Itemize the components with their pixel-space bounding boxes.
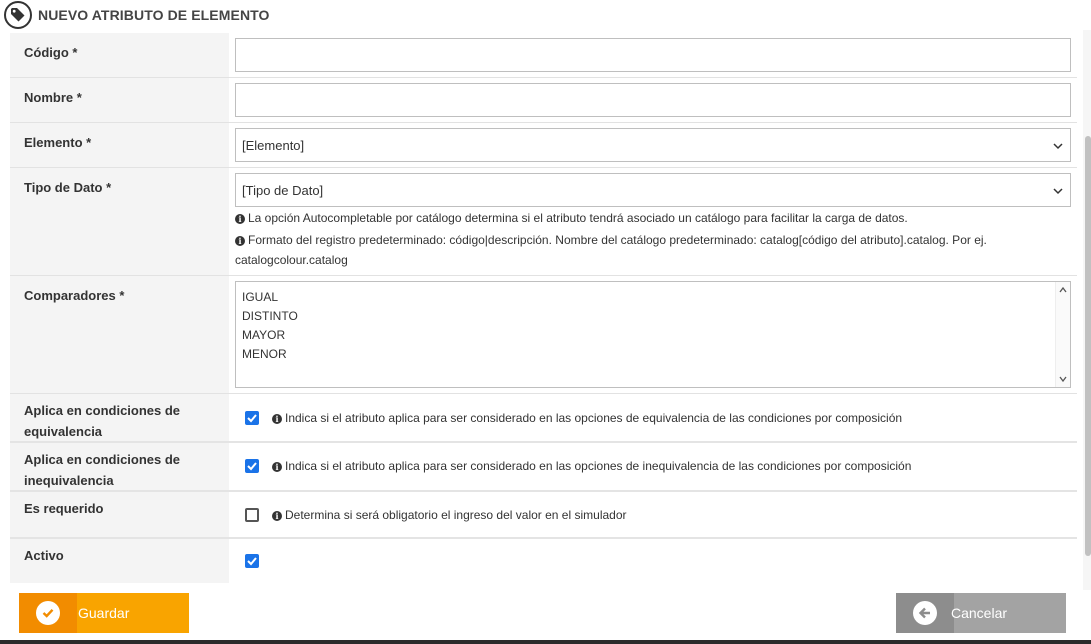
tipo-dato-hint-1: i La opción Autocompletable por catálogo … [235, 210, 908, 226]
chevron-up-icon[interactable] [1059, 286, 1067, 294]
tipo-dato-hint-3: catalogcolour.catalog [235, 253, 348, 267]
listbox-scrollbar[interactable] [1055, 282, 1070, 387]
tipo-dato-label: Tipo de Dato * [10, 168, 229, 275]
page-title: NUEVO ATRIBUTO DE ELEMENTO [38, 7, 270, 23]
tipo-dato-selected-value: [Tipo de Dato] [242, 183, 324, 198]
comparadores-listbox[interactable]: IGUAL DISTINTO MAYOR MENOR [235, 281, 1071, 388]
row-comparadores: Comparadores * IGUAL DISTINTO MAYOR MENO… [10, 276, 1077, 394]
aplica-inequivalencia-hint: i Indica si el atributo aplica para ser c… [272, 459, 911, 473]
comparador-option[interactable]: MAYOR [242, 328, 285, 342]
row-codigo: Código * [10, 33, 1077, 78]
cancel-button[interactable]: Cancelar [896, 593, 1066, 633]
elemento-selected-value: [Elemento] [242, 138, 305, 153]
aplica-equivalencia-checkbox[interactable] [245, 411, 259, 425]
aplica-equivalencia-label: Aplica en condiciones de equivalencia [10, 394, 229, 441]
row-tipo-dato: Tipo de Dato * [Tipo de Dato] i La opción… [10, 168, 1077, 276]
tag-icon [4, 1, 32, 29]
codigo-input[interactable] [235, 38, 1071, 72]
row-elemento: Elemento * [Elemento] [10, 123, 1077, 168]
activo-checkbox[interactable] [245, 554, 259, 568]
elemento-select[interactable]: [Elemento] [235, 128, 1071, 162]
check-icon [247, 462, 257, 471]
codigo-label: Código * [10, 33, 229, 77]
info-icon: i [272, 511, 282, 521]
row-activo: Activo [10, 539, 1077, 583]
save-button-label: Guardar [78, 605, 130, 621]
tipo-dato-select[interactable]: [Tipo de Dato] [235, 173, 1071, 207]
info-icon: i [235, 214, 245, 224]
check-icon [247, 414, 257, 423]
comparador-option[interactable]: DISTINTO [242, 309, 298, 323]
row-nombre: Nombre * [10, 78, 1077, 123]
save-button[interactable]: Guardar [19, 593, 189, 633]
arrow-left-icon [913, 601, 937, 625]
cancel-button-label: Cancelar [951, 605, 1008, 621]
activo-label: Activo [10, 539, 229, 583]
chevron-down-icon [1053, 188, 1063, 195]
aplica-inequivalencia-checkbox[interactable] [245, 459, 259, 473]
page-header: NUEVO ATRIBUTO DE ELEMENTO [0, 0, 1091, 30]
aplica-inequivalencia-label: Aplica en condiciones de inequivalencia [10, 443, 229, 490]
chevron-down-icon[interactable] [1059, 375, 1067, 383]
tipo-dato-hint-2: i Formato del registro predeterminado: có… [235, 232, 987, 248]
info-icon: i [235, 236, 245, 246]
nombre-label: Nombre * [10, 78, 229, 122]
info-icon: i [272, 462, 282, 472]
es-requerido-label: Es requerido [10, 492, 229, 537]
page-scrollbar-thumb[interactable] [1085, 136, 1091, 556]
elemento-label: Elemento * [10, 123, 229, 167]
check-circle-icon [36, 601, 60, 625]
es-requerido-checkbox[interactable] [245, 508, 259, 522]
info-icon: i [272, 414, 282, 424]
es-requerido-hint: i Determina si será obligatorio el ingres… [272, 508, 627, 522]
aplica-equivalencia-hint: i Indica si el atributo aplica para ser c… [272, 411, 902, 425]
row-aplica-inequivalencia: Aplica en condiciones de inequivalencia … [10, 443, 1077, 492]
comparador-option[interactable]: MENOR [242, 347, 287, 361]
check-icon [247, 557, 257, 566]
comparador-option[interactable]: IGUAL [242, 290, 278, 304]
bottom-bar [0, 640, 1091, 644]
nombre-input[interactable] [235, 83, 1071, 117]
chevron-down-icon [1053, 143, 1063, 150]
row-es-requerido: Es requerido i Determina si será obligato… [10, 492, 1077, 539]
comparadores-label: Comparadores * [10, 276, 229, 393]
row-aplica-equivalencia: Aplica en condiciones de equivalencia iI… [10, 394, 1077, 443]
